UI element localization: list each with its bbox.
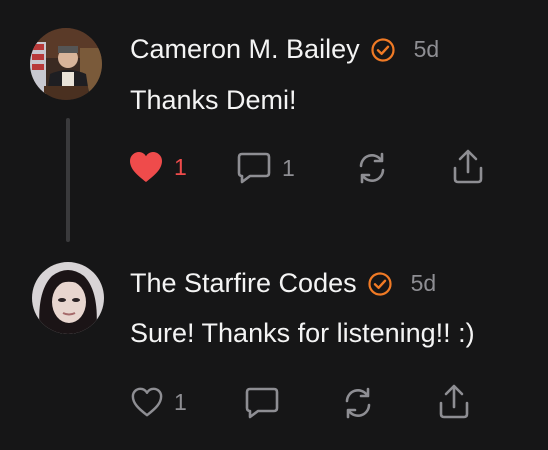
like-count: 1 (174, 153, 187, 180)
timestamp[interactable]: 5d (411, 270, 437, 297)
comment-header: The Starfire Codes 5d (130, 268, 436, 299)
comment-text: Thanks Demi! (130, 85, 297, 115)
comment-header: Cameron M. Bailey 5d (130, 34, 439, 65)
reply-button[interactable]: 1 (236, 151, 295, 185)
thread-line (66, 118, 70, 242)
heart-filled-icon (130, 152, 162, 182)
verified-check-icon (367, 271, 393, 297)
avatar[interactable] (32, 262, 104, 334)
share-icon (453, 149, 483, 184)
comment-bubble-icon (245, 387, 279, 419)
avatar[interactable] (30, 28, 102, 100)
avatar-image (32, 262, 104, 334)
restack-icon (359, 152, 385, 184)
reply-button[interactable] (244, 386, 280, 420)
share-button[interactable] (450, 148, 486, 186)
share-button[interactable] (436, 383, 472, 421)
share-icon (439, 384, 469, 419)
like-button[interactable]: 1 (128, 150, 187, 184)
author-name[interactable]: Cameron M. Bailey (130, 34, 360, 65)
comment-text: Sure! Thanks for listening!! :) (130, 318, 475, 348)
restack-button[interactable] (354, 150, 390, 186)
like-button[interactable]: 1 (130, 386, 187, 418)
like-count: 1 (174, 388, 187, 415)
reply-count: 1 (282, 154, 295, 181)
author-name[interactable]: The Starfire Codes (130, 268, 357, 299)
heart-outline-icon (131, 387, 163, 417)
avatar-image (30, 28, 102, 100)
comment-bubble-icon (237, 152, 271, 184)
timestamp[interactable]: 5d (414, 36, 440, 63)
restack-icon (345, 387, 371, 419)
verified-check-icon (370, 37, 396, 63)
restack-button[interactable] (340, 385, 376, 421)
